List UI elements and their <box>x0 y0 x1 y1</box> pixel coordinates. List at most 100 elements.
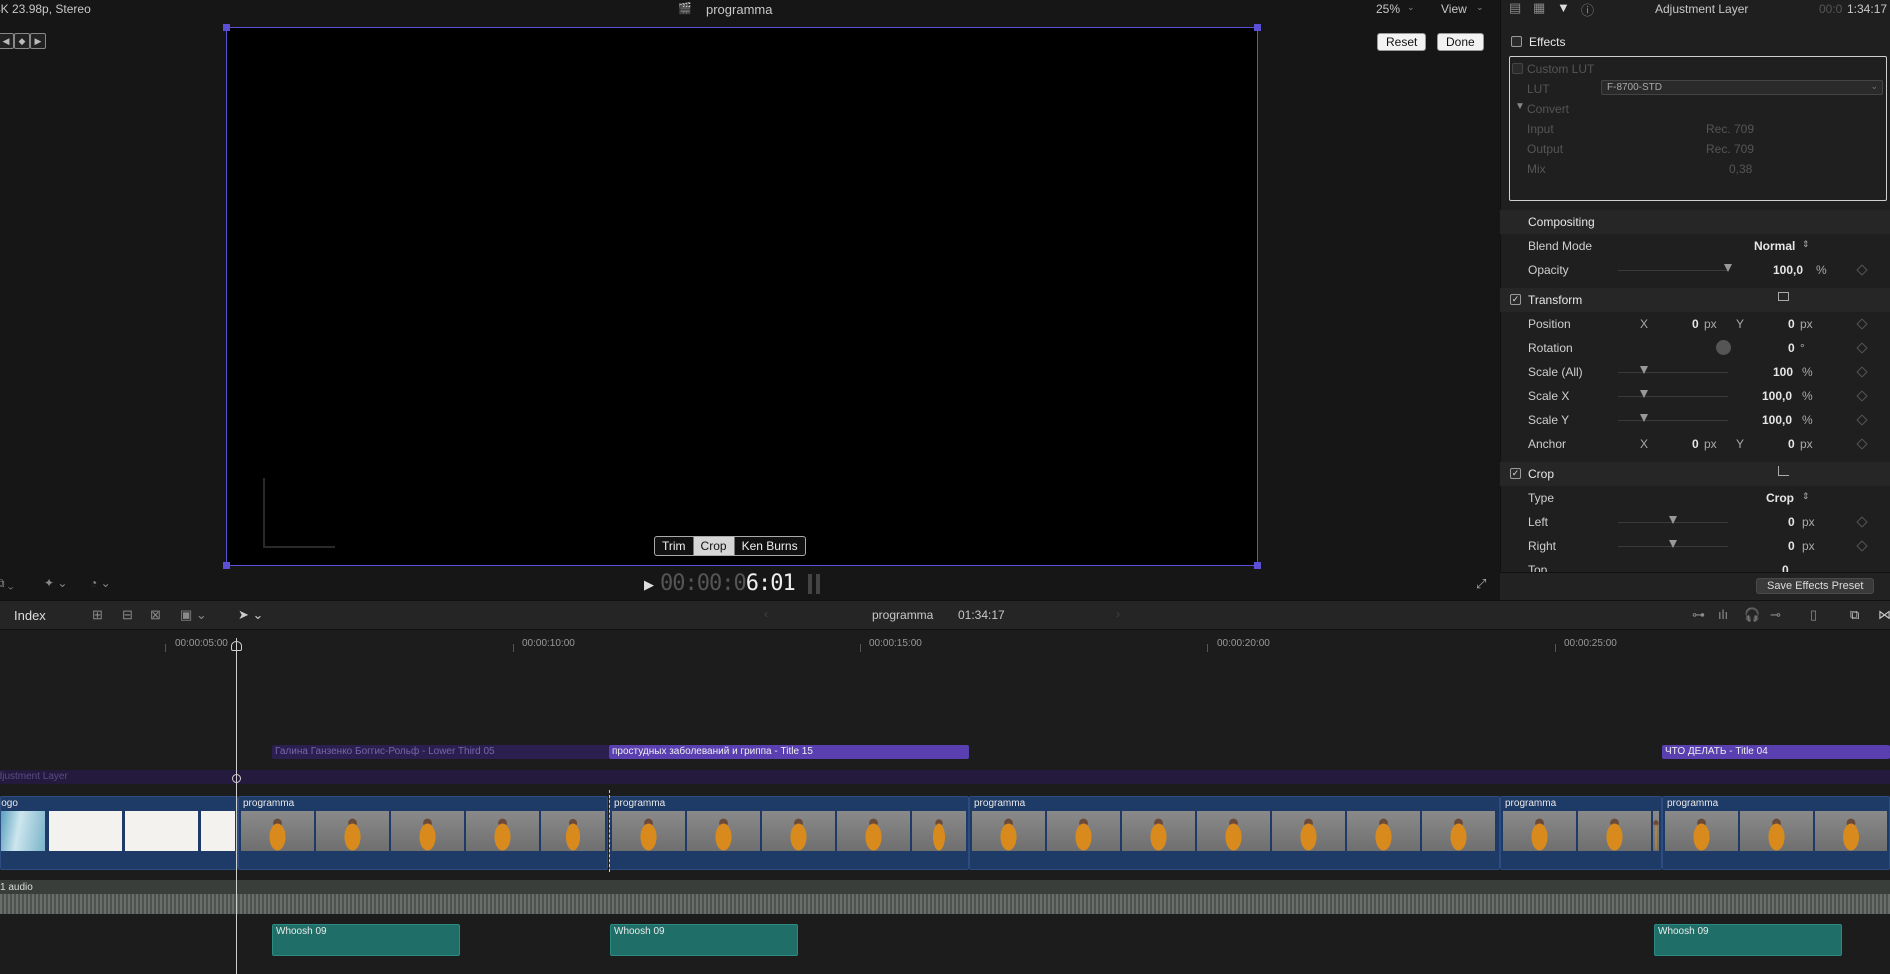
crop-type-row: Type Crop ⇕ <box>1528 491 1810 505</box>
playhead-handle[interactable] <box>231 641 242 651</box>
safe-zone-guide <box>263 478 335 548</box>
next-keyframe-icon[interactable]: ▶ <box>30 33 46 49</box>
timecode-display[interactable]: 00:00:06:01 <box>660 571 796 596</box>
inspector-params: Compositing Blend Mode Normal ⇕ Opacity … <box>1500 210 1890 600</box>
insert-clip-icon[interactable]: ⊟ <box>122 607 133 623</box>
inspector-tab-info-circle-icon[interactable]: ⓘ <box>1581 0 1594 19</box>
append-clip-icon[interactable]: ⊠ <box>150 607 161 623</box>
title-clip-title-15[interactable]: простудных заболеваний и гриппа - Title … <box>609 745 969 759</box>
effects-browser-icon[interactable]: ⋈ <box>1878 607 1890 623</box>
adjustment-layer-clip[interactable]: Adjustment Layer <box>0 770 1890 784</box>
crop-handle-bottom-right[interactable] <box>1254 562 1261 569</box>
mode-ken-burns[interactable]: Ken Burns <box>735 537 805 555</box>
mode-crop[interactable]: Crop <box>693 537 735 555</box>
back-arrow-icon[interactable]: ‹ <box>764 607 768 621</box>
keyframe-diamond-icon[interactable] <box>1856 438 1868 450</box>
sfx-clip-whoosh-3[interactable]: Whoosh 09 <box>1654 924 1842 956</box>
play-icon[interactable]: ▶ <box>644 577 654 593</box>
video-clip-programma-3[interactable]: programma <box>969 796 1500 870</box>
crop-handle-top-right[interactable] <box>1254 24 1261 31</box>
scale-y-slider-knob[interactable] <box>1640 414 1648 422</box>
keyframe-diamond-icon[interactable] <box>1856 414 1868 426</box>
transform-onscreen-control-icon[interactable] <box>1778 292 1789 301</box>
inspector-tab-info-icon[interactable]: ▤ <box>1509 0 1521 16</box>
video-clip-programma-4[interactable]: programma <box>1500 796 1662 870</box>
crop-checkbox[interactable]: ✓ <box>1510 468 1521 479</box>
keyframe-diamond-icon[interactable] <box>1856 366 1868 378</box>
sfx-clip-whoosh-1[interactable]: Whoosh 09 <box>272 924 460 956</box>
crop-type-select[interactable]: Crop <box>1766 491 1794 505</box>
opacity-slider-knob[interactable] <box>1724 264 1732 272</box>
audio-skimming-icon[interactable]: ılı <box>1718 607 1728 622</box>
rotation-dial-icon[interactable] <box>1716 340 1731 355</box>
add-keyframe-icon[interactable]: ◆ <box>14 33 30 49</box>
inspector-tab-video-icon[interactable]: ▦ <box>1533 0 1545 16</box>
effects-checkbox[interactable] <box>1511 36 1522 47</box>
fullscreen-icon[interactable]: ⤢ <box>1476 576 1486 592</box>
keyframe-diamond-icon[interactable] <box>1856 342 1868 354</box>
playhead[interactable] <box>236 638 237 974</box>
index-button[interactable]: Index <box>14 608 46 623</box>
scale-all-slider[interactable] <box>1618 372 1728 373</box>
scale-y-slider[interactable] <box>1618 420 1728 421</box>
overwrite-clip-icon[interactable]: ▣ ⌄ <box>180 607 207 623</box>
save-effects-preset-button[interactable]: Save Effects Preset <box>1756 578 1875 594</box>
transform-tool-icon[interactable]: ⧉ ⌄ <box>0 576 14 591</box>
keyframe-diamond-icon[interactable] <box>1856 516 1868 528</box>
solo-icon[interactable]: ⊸ <box>1770 607 1781 623</box>
keyframe-diamond-icon[interactable] <box>1856 540 1868 552</box>
filmstrip-thumbnail <box>1347 811 1420 851</box>
inspector-tab-filter-icon[interactable]: ▼ <box>1557 0 1570 15</box>
timeline-index-icon[interactable]: ⧉ <box>1850 607 1859 623</box>
video-clip-programma-2[interactable]: programma <box>609 796 969 870</box>
video-clip-logo[interactable]: logo <box>0 796 238 870</box>
zoom-menu[interactable]: 25% <box>1376 2 1400 16</box>
crop-right-slider-knob[interactable] <box>1669 540 1677 548</box>
mix-value[interactable]: 0,38 <box>1729 162 1752 176</box>
opacity-slider[interactable] <box>1618 270 1728 271</box>
transform-checkbox[interactable]: ✓ <box>1510 294 1521 305</box>
timeline[interactable]: 00:00:05:00 00:00:10:00 00:00:15:00 00:0… <box>0 630 1890 974</box>
custom-lut-checkbox[interactable] <box>1512 63 1523 74</box>
prev-keyframe-icon[interactable]: ◀ <box>0 33 14 49</box>
title-clip-lower-third[interactable]: Галина Ганзенко Боггис-Рольф - Lower Thi… <box>272 745 610 759</box>
timeline-ruler[interactable]: 00:00:05:00 00:00:10:00 00:00:15:00 00:0… <box>0 630 1890 654</box>
zoom-chevron-icon[interactable]: ⌄ <box>1407 2 1415 13</box>
headphones-icon[interactable]: 🎧 <box>1744 607 1760 623</box>
video-clip-programma-1[interactable]: programma <box>238 796 608 870</box>
disclosure-triangle-icon[interactable]: ▼ <box>1515 101 1525 112</box>
snapping-icon[interactable]: ▯ <box>1810 607 1817 623</box>
crop-handle-top-left[interactable] <box>223 24 230 31</box>
select-tool-icon[interactable]: ➤ ⌄ <box>238 607 263 623</box>
scale-all-slider-knob[interactable] <box>1640 366 1648 374</box>
keyframe-diamond-icon[interactable] <box>1856 318 1868 330</box>
crop-left-slider-knob[interactable] <box>1669 516 1677 524</box>
scale-x-slider-knob[interactable] <box>1640 390 1648 398</box>
input-select[interactable]: Rec. 709 <box>1706 122 1754 136</box>
stepper-icon: ⇕ <box>1802 491 1810 501</box>
mode-trim[interactable]: Trim <box>655 537 694 555</box>
view-chevron-icon[interactable]: ⌄ <box>1476 2 1484 13</box>
audio-track[interactable]: 1 audio <box>0 880 1890 914</box>
viewer-canvas[interactable] <box>226 27 1258 566</box>
forward-arrow-icon[interactable]: › <box>1116 607 1120 621</box>
video-clip-programma-5[interactable]: programma <box>1662 796 1890 870</box>
title-clip-title-04[interactable]: ЧТО ДЕЛАТЬ - Title 04 <box>1662 745 1890 759</box>
blend-mode-select[interactable]: Normal <box>1754 239 1795 253</box>
done-button[interactable]: Done <box>1437 33 1484 51</box>
keyframe-diamond-icon[interactable] <box>1856 264 1868 276</box>
speed-tool-icon[interactable]: ◔ ⌄ <box>90 576 111 590</box>
enhance-tool-icon[interactable]: ✦ ⌄ <box>44 576 67 590</box>
reset-button[interactable]: Reset <box>1377 33 1427 51</box>
output-select[interactable]: Rec. 709 <box>1706 142 1754 156</box>
crop-handle-bottom-left[interactable] <box>223 562 230 569</box>
crop-onscreen-control-icon[interactable] <box>1778 466 1789 476</box>
filmstrip-thumbnail <box>762 811 835 851</box>
scale-x-slider[interactable] <box>1618 396 1728 397</box>
connect-clip-icon[interactable]: ⊞ <box>92 607 103 623</box>
sfx-clip-whoosh-2[interactable]: Whoosh 09 <box>610 924 798 956</box>
lut-select[interactable]: F-8700-STD ⌄ <box>1601 80 1883 95</box>
clip-appearance-icon[interactable]: ⊶ <box>1692 607 1705 623</box>
view-menu[interactable]: View <box>1441 2 1467 16</box>
keyframe-diamond-icon[interactable] <box>1856 390 1868 402</box>
